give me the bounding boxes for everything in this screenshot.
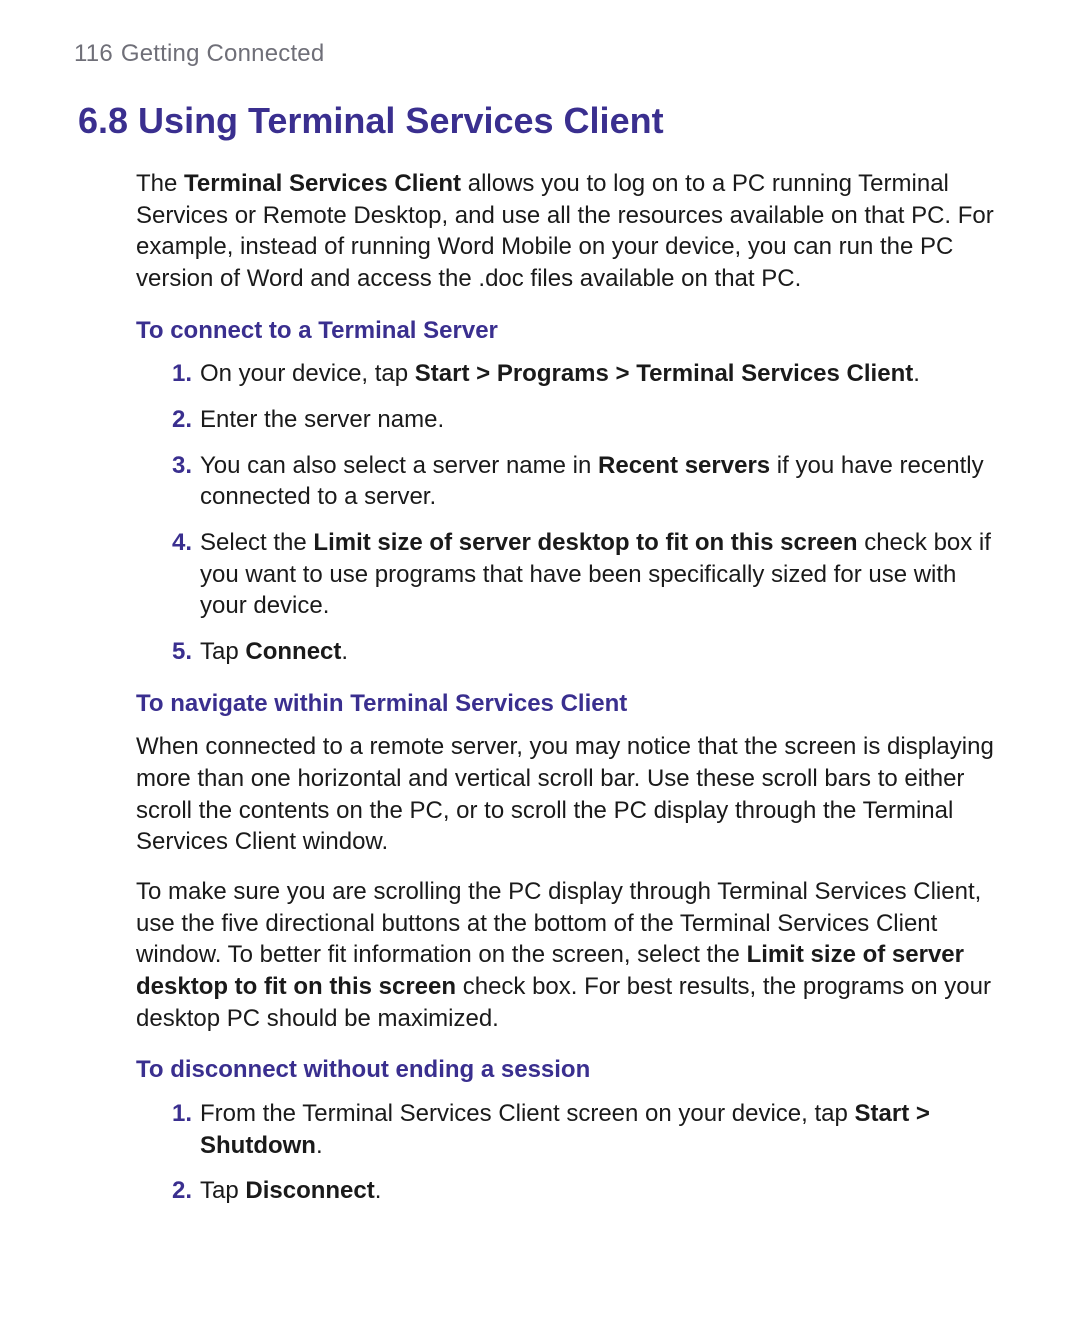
steps-disconnect: 1 From the Terminal Services Client scre… [136,1098,1008,1207]
step-text-a: You can also select a server name in [200,452,598,479]
subhead-connect: To connect to a Terminal Server [136,315,1008,347]
step-text-c: . [341,638,348,665]
step-text-c: . [316,1132,323,1159]
step-text-a: From the Terminal Services Client screen… [200,1100,855,1127]
navigate-p2: To make sure you are scrolling the PC di… [136,876,1008,1034]
step-marker: 1 [162,358,192,390]
page-number: 116 [74,40,113,67]
step-bold: Disconnect [245,1177,374,1204]
step-marker: 3 [162,450,192,482]
step-item: 2 Tap Disconnect. [170,1175,1008,1207]
step-text-c: . [375,1177,382,1204]
step-bold: Start > Programs > Terminal Services Cli… [415,360,913,387]
step-item: 4 Select the Limit size of server deskto… [170,527,1008,622]
navigate-p1: When connected to a remote server, you m… [136,731,1008,858]
steps-connect: 1 On your device, tap Start > Programs >… [136,358,1008,667]
step-text-a: Select the [200,529,313,556]
step-marker: 5 [162,636,192,668]
step-marker: 4 [162,527,192,559]
step-item: 3 You can also select a server name in R… [170,450,1008,513]
step-item: 1 On your device, tap Start > Programs >… [170,358,1008,390]
step-item: 1 From the Terminal Services Client scre… [170,1098,1008,1161]
intro-bold: Terminal Services Client [184,170,461,197]
step-item: 2 Enter the server name. [170,404,1008,436]
step-item: 5 Tap Connect. [170,636,1008,668]
step-marker: 1 [162,1098,192,1130]
subhead-navigate: To navigate within Terminal Services Cli… [136,688,1008,720]
step-text-a: Tap [200,1177,245,1204]
step-bold: Limit size of server desktop to fit on t… [313,529,857,556]
page-header: 116 Getting Connected [74,40,1008,68]
subhead-disconnect: To disconnect without ending a session [136,1054,1008,1086]
step-text-a: On your device, tap [200,360,415,387]
step-bold: Recent servers [598,452,770,479]
body: The Terminal Services Client allows you … [136,168,1008,1207]
chapter-title: Getting Connected [121,40,325,67]
step-text-c: . [913,360,920,387]
step-marker: 2 [162,1175,192,1207]
step-bold: Connect [245,638,341,665]
intro-text-a: The [136,170,184,197]
section-title: 6.8 Using Terminal Services Client [78,100,1008,142]
step-text-a: Tap [200,638,245,665]
step-marker: 2 [162,404,192,436]
intro-paragraph: The Terminal Services Client allows you … [136,168,1008,295]
document-page: 116 Getting Connected 6.8 Using Terminal … [0,0,1080,1327]
step-text-a: Enter the server name. [200,406,444,433]
